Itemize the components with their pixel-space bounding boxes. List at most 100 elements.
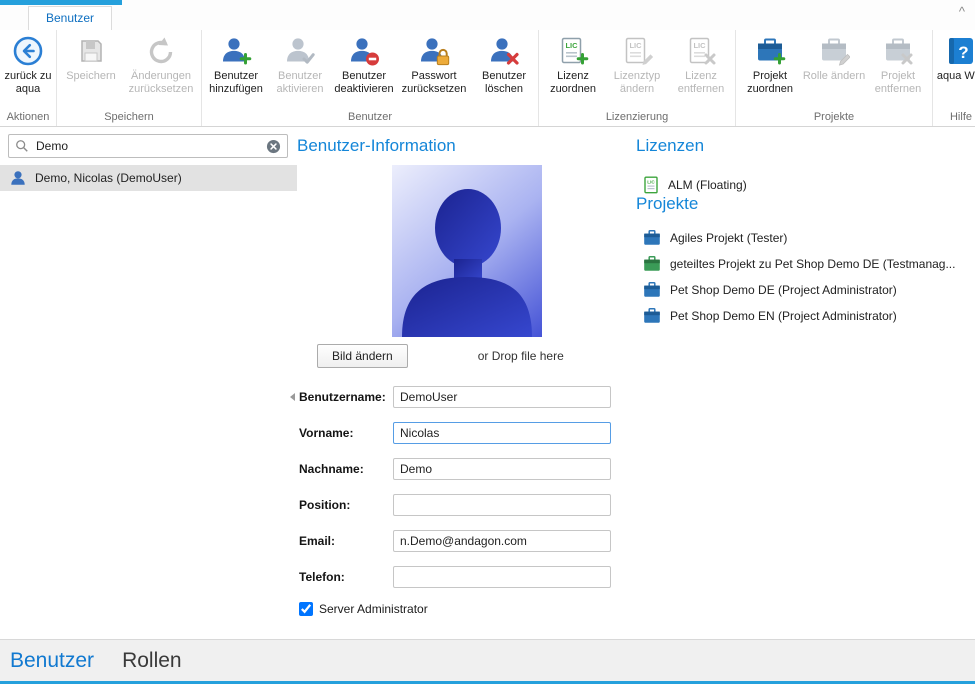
- wiki-icon: ?: [945, 35, 975, 67]
- drop-hint: or Drop file here: [478, 349, 564, 363]
- assign-license-button[interactable]: LIC Lizenz zuordnen: [541, 30, 605, 96]
- ribbon-group-speichern: Speichern Änderungen zurücksetzen Speich…: [57, 30, 202, 126]
- window-accent-strip: [0, 0, 122, 5]
- license-item[interactable]: LIC ALM (Floating): [643, 176, 975, 194]
- project-item[interactable]: Pet Shop Demo DE (Project Administrator): [643, 282, 975, 298]
- project-list: Agiles Projekt (Tester) geteiltes Projek…: [636, 230, 975, 324]
- lastname-label: Nachname:: [299, 462, 393, 476]
- user-list-item-label: Demo, Nicolas (DemoUser): [35, 171, 182, 185]
- firstname-label: Vorname:: [299, 426, 393, 440]
- group-label-lizenzierung: Lizenzierung: [541, 109, 733, 126]
- svg-text:LIC: LIC: [565, 41, 578, 50]
- license-remove-icon: LIC: [685, 35, 717, 67]
- firstname-field[interactable]: [393, 422, 611, 444]
- position-field[interactable]: [393, 494, 611, 516]
- avatar-actions: Bild ändern or Drop file here: [317, 344, 636, 368]
- add-user-button[interactable]: Benutzer hinzufügen: [204, 30, 268, 96]
- username-label: Benutzername:: [299, 390, 393, 404]
- change-role-button[interactable]: Rolle ändern: [802, 30, 866, 83]
- phone-field[interactable]: [393, 566, 611, 588]
- user-icon: [9, 169, 27, 187]
- email-label: Email:: [299, 534, 393, 548]
- project-item-label: Agiles Projekt (Tester): [670, 231, 787, 245]
- group-label-speichern: Speichern: [59, 109, 199, 126]
- project-remove-icon: [882, 35, 914, 67]
- clear-search-icon[interactable]: [266, 139, 281, 154]
- user-search: [8, 134, 288, 158]
- group-label-projekte: Projekte: [738, 109, 930, 126]
- form-row-vorname: Vorname:: [299, 422, 636, 444]
- ribbon-tabstrip: Benutzer ^: [0, 0, 975, 30]
- reset-password-button[interactable]: Passwort zurücksetzen: [396, 30, 472, 96]
- change-image-button[interactable]: Bild ändern: [317, 344, 408, 368]
- footer-tabs: Benutzer Rollen: [0, 639, 975, 681]
- user-info-panel: Benutzer-Information Bild ändern or Drop…: [297, 127, 636, 639]
- user-list-item[interactable]: Demo, Nicolas (DemoUser): [0, 165, 297, 191]
- projects-title: Projekte: [636, 194, 975, 214]
- assignments-panel: Lizenzen LIC ALM (Floating) Projekte: [636, 127, 975, 639]
- form-row-telefon: Telefon:: [299, 566, 636, 588]
- svg-text:?: ?: [958, 43, 968, 62]
- server-admin-label: Server Administrator: [319, 602, 428, 616]
- footer-tab-rollen[interactable]: Rollen: [122, 649, 182, 673]
- svg-text:LIC: LIC: [629, 41, 642, 50]
- footer-tab-benutzer[interactable]: Benutzer: [10, 649, 94, 673]
- ribbon-group-benutzer: Benutzer hinzufügen Benutzer aktivieren: [202, 30, 539, 126]
- ribbon-group-aktionen: zurück zu aqua Aktionen: [0, 30, 57, 126]
- reset-changes-button[interactable]: Änderungen zurücksetzen: [123, 30, 199, 96]
- project-icon: [643, 282, 661, 298]
- license-edit-icon: LIC: [621, 35, 653, 67]
- license-item-label: ALM (Floating): [668, 178, 747, 192]
- project-item-label: Pet Shop Demo EN (Project Administrator): [670, 309, 897, 323]
- password-reset-icon: [418, 35, 450, 67]
- server-admin-checkbox[interactable]: [299, 602, 313, 616]
- lastname-field[interactable]: [393, 458, 611, 480]
- email-field[interactable]: [393, 530, 611, 552]
- delete-user-button[interactable]: Benutzer löschen: [472, 30, 536, 96]
- form-row-email: Email:: [299, 530, 636, 552]
- remove-project-button[interactable]: Projekt entfernen: [866, 30, 930, 96]
- project-item-label: geteiltes Projekt zu Pet Shop Demo DE (T…: [670, 257, 955, 271]
- ribbon-collapse-icon[interactable]: ^: [959, 4, 965, 19]
- license-icon: LIC: [643, 176, 659, 194]
- project-item[interactable]: Agiles Projekt (Tester): [643, 230, 975, 246]
- phone-label: Telefon:: [299, 570, 393, 584]
- licenses-title: Lizenzen: [636, 136, 975, 156]
- user-delete-icon: [488, 35, 520, 67]
- shared-project-icon: [643, 256, 661, 272]
- change-license-type-button[interactable]: LIC Lizenztyp ändern: [605, 30, 669, 96]
- save-button[interactable]: Speichern: [59, 30, 123, 83]
- user-list-panel: Demo, Nicolas (DemoUser): [0, 127, 297, 639]
- deactivate-user-button[interactable]: Benutzer deaktivieren: [332, 30, 396, 96]
- group-label-aktionen: Aktionen: [2, 109, 54, 126]
- position-label: Position:: [299, 498, 393, 512]
- user-info-title: Benutzer-Information: [297, 136, 636, 156]
- project-item[interactable]: Pet Shop Demo EN (Project Administrator): [643, 308, 975, 324]
- project-item[interactable]: geteiltes Projekt zu Pet Shop Demo DE (T…: [643, 256, 975, 272]
- username-field[interactable]: [393, 386, 611, 408]
- license-add-icon: LIC: [557, 35, 589, 67]
- aqua-wiki-button[interactable]: ? aqua Wiki: [935, 30, 975, 83]
- activate-user-button[interactable]: Benutzer aktivieren: [268, 30, 332, 96]
- main-content: Demo, Nicolas (DemoUser) Benutzer-Inform…: [0, 127, 975, 639]
- group-label-benutzer: Benutzer: [204, 109, 536, 126]
- project-icon: [643, 308, 661, 324]
- search-icon: [15, 139, 29, 153]
- user-form: Benutzername: Vorname: Nachname: Positio…: [297, 386, 636, 616]
- ribbon: zurück zu aqua Aktionen Speichern: [0, 30, 975, 127]
- form-row-benutzername: Benutzername:: [299, 386, 636, 408]
- collapse-marker-icon: [290, 393, 295, 401]
- search-input[interactable]: [34, 138, 261, 154]
- svg-text:LIC: LIC: [693, 41, 706, 50]
- remove-license-button[interactable]: LIC Lizenz entfernen: [669, 30, 733, 96]
- project-item-label: Pet Shop Demo DE (Project Administrator): [670, 283, 897, 297]
- assign-project-button[interactable]: Projekt zuordnen: [738, 30, 802, 96]
- svg-text:LIC: LIC: [647, 180, 655, 185]
- avatar[interactable]: [392, 165, 542, 337]
- user-list: Demo, Nicolas (DemoUser): [0, 165, 297, 191]
- user-add-icon: [220, 35, 252, 67]
- back-to-aqua-button[interactable]: zurück zu aqua: [2, 30, 54, 96]
- group-label-hilfe: Hilfe: [935, 109, 975, 126]
- user-deactivate-icon: [348, 35, 380, 67]
- ribbon-tab-benutzer[interactable]: Benutzer: [28, 6, 112, 30]
